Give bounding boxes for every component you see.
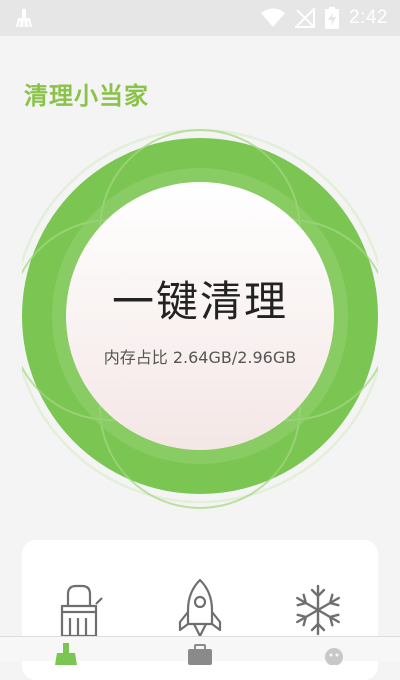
app-title: 清理小当家	[24, 82, 149, 110]
battery-charging-icon	[325, 7, 340, 29]
broom-nav-icon	[55, 643, 77, 665]
nav-item-clean[interactable]	[46, 641, 86, 665]
bottom-nav	[0, 636, 400, 666]
nav-item-tools[interactable]	[180, 641, 220, 665]
brush-icon	[60, 584, 103, 638]
status-time: 2:42	[349, 7, 388, 28]
clean-button-label: 一键清理	[111, 277, 288, 326]
speed-up-tool[interactable]	[170, 578, 230, 638]
signal-off-icon	[295, 8, 316, 28]
memory-usage-text: 内存占比 2.64GB/2.96GB	[103, 348, 297, 367]
status-bar: 2:42	[0, 0, 400, 36]
rocket-icon	[178, 578, 222, 638]
wifi-icon	[261, 8, 286, 27]
deep-clean-tool[interactable]	[52, 578, 112, 638]
clean-area: 一键清理 内存占比 2.64GB/2.96GB	[0, 120, 400, 520]
profile-nav-icon	[325, 648, 343, 666]
toolbox-nav-icon	[188, 644, 212, 665]
broom-notification-icon	[16, 9, 32, 28]
cool-down-tool[interactable]	[288, 578, 348, 638]
snowflake-icon	[296, 584, 340, 636]
nav-item-profile[interactable]	[314, 641, 354, 666]
